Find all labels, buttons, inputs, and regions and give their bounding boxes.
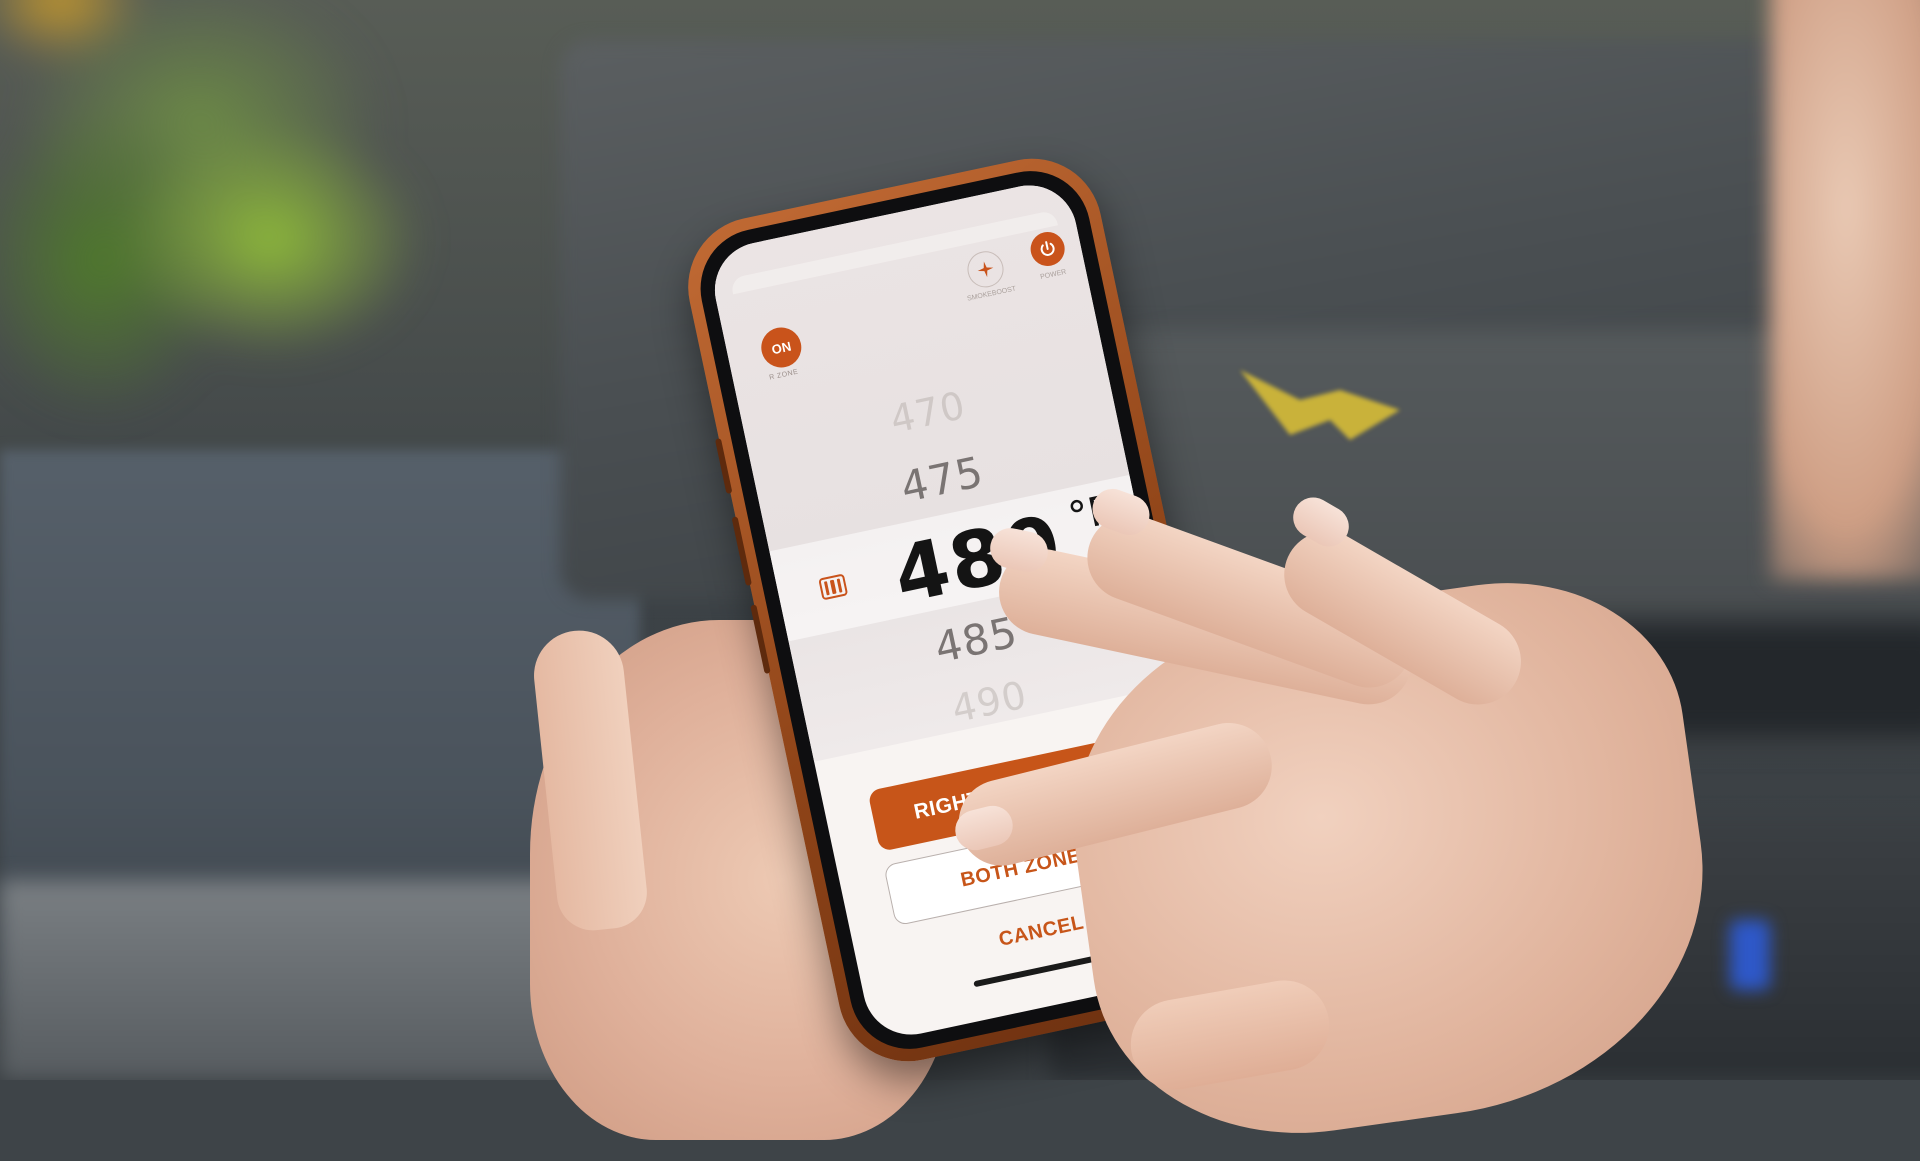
sparkle-icon <box>977 261 994 278</box>
power-icon <box>1040 241 1055 256</box>
grill-logo-icon <box>1240 370 1400 440</box>
background-grill-knob <box>1730 920 1770 990</box>
zone-power-label: ON <box>770 338 793 357</box>
background-person-edge <box>1770 0 1920 580</box>
